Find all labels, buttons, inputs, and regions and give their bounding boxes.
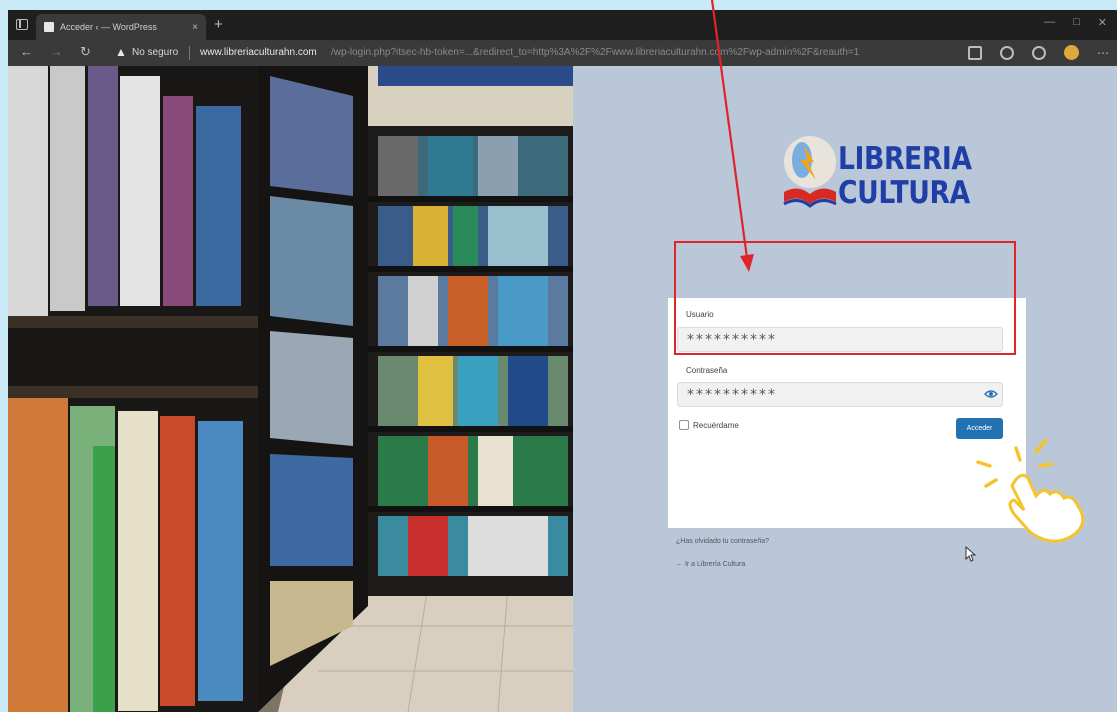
more-icon[interactable]: ⋯ [1097,47,1109,59]
password-input[interactable]: ********** [677,382,1003,407]
new-tab-icon[interactable]: + [214,16,223,33]
maximize-button[interactable]: □ [1073,16,1080,29]
tab-bar: Acceder ‹ — WordPress × + — □ ✕ [8,10,1117,40]
address-bar-row: ← → ↻ ▲ No seguro www.libreriaculturahn.… [8,40,1117,66]
back-icon[interactable]: ← [20,44,33,60]
logo-emblem-icon [783,136,837,208]
back-to-site-link[interactable]: ← Ir a Librería Cultura [676,561,745,568]
url-path[interactable]: /wp-login.php?itsec-hb-token=...&redirec… [331,47,891,58]
username-label: Usuario [686,310,714,319]
remember-label: Recuérdame [693,420,739,430]
close-window-button[interactable]: ✕ [1098,16,1107,29]
reload-icon[interactable]: ↻ [80,44,91,60]
favorites-icon[interactable] [1032,45,1046,60]
password-label: Contraseña [686,366,728,375]
toolbar-icons: ⋯ [968,45,1109,60]
remember-me[interactable]: Recuérdame [679,420,739,430]
remember-checkbox[interactable] [679,420,689,430]
username-input[interactable]: ********** [677,327,1003,352]
logo-wordmark: LIBRERIA CULTURA [838,142,972,210]
profile-icon[interactable] [1064,45,1079,60]
logo-line-1: LIBRERIA [838,141,972,177]
favicon-icon [44,22,54,32]
tab-title: Acceder ‹ — WordPress [60,22,157,32]
window-controls: — □ ✕ [1044,16,1107,29]
split-view-icon[interactable] [968,45,982,60]
tab-close-icon[interactable]: × [192,22,198,33]
tab-acceder[interactable]: Acceder ‹ — WordPress × [36,14,206,40]
tab-sidebar-icon[interactable] [16,19,28,30]
warning-icon[interactable]: ▲ [115,45,127,59]
login-button[interactable]: Acceder [956,418,1003,439]
libreria-cultura-logo: LIBRERIA CULTURA [780,132,980,222]
mouse-cursor-icon [965,546,977,562]
minimize-button[interactable]: — [1044,16,1055,29]
bookstore-photo [8,66,573,712]
browser-window: Acceder ‹ — WordPress × + — □ ✕ ← → ↻ ▲ … [8,10,1117,712]
forward-icon[interactable]: → [50,44,63,60]
security-status[interactable]: No seguro [132,47,178,58]
show-password-icon[interactable] [984,389,998,399]
lost-password-link[interactable]: ¿Has olvidado tu contraseña? [676,538,769,545]
logo-line-2: CULTURA [838,175,970,211]
address-separator [189,46,190,60]
extensions-icon[interactable] [1000,45,1014,60]
url-host[interactable]: www.libreriaculturahn.com [200,47,317,58]
